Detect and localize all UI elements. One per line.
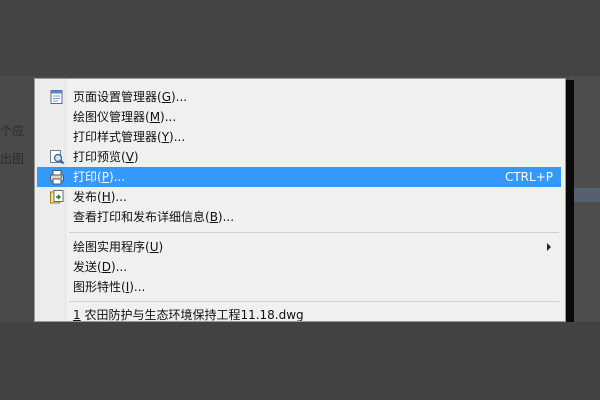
menu-item-recent-file[interactable]: 1 农田防护与生态环境保持工程11.18.dwg	[37, 305, 561, 322]
page-setup-icon	[49, 89, 65, 105]
menu-item-label: 页面设置管理器(G)...	[73, 90, 188, 104]
menu-item-print-preview[interactable]: 打印预览(V)	[37, 147, 561, 167]
menu-item-plotter-manager[interactable]: 绘图仪管理器(M)...	[37, 107, 561, 127]
submenu-arrow-icon	[547, 243, 551, 251]
menu-item-page-setup-manager[interactable]: 页面设置管理器(G)...	[37, 87, 561, 107]
menu-item-drawing-utilities[interactable]: 绘图实用程序(U)	[37, 237, 561, 257]
background-toolbar-area	[0, 0, 600, 76]
menu-separator	[69, 301, 559, 302]
menu-item-label: 打印样式管理器(Y)...	[73, 130, 186, 144]
menu-item-label: 图形特性(I)...	[73, 280, 146, 294]
file-print-menu: 页面设置管理器(G)... 绘图仪管理器(M)... 打印样式管理器(Y)...…	[34, 78, 566, 322]
menu-item-drawing-properties[interactable]: 图形特性(I)...	[37, 277, 561, 297]
menu-item-label: 查看打印和发布详细信息(B)...	[73, 210, 235, 224]
menu-item-shortcut: CTRL+P	[504, 170, 553, 184]
menu-item-label: 打印(P)...	[73, 170, 126, 184]
menu-item-print[interactable]: 打印(P)... CTRL+P	[37, 167, 561, 187]
menu-item-label: 1 农田防护与生态环境保持工程11.18.dwg	[73, 308, 304, 322]
background-text-fragment: 出图	[0, 152, 25, 166]
menu-item-plot-style-manager[interactable]: 打印样式管理器(Y)...	[37, 127, 561, 147]
background-text-fragment: 个应	[0, 124, 25, 138]
menu-separator	[69, 232, 559, 233]
menu-item-publish[interactable]: 发布(H)...	[37, 187, 561, 207]
menu-item-view-plot-publish-details[interactable]: 查看打印和发布详细信息(B)...	[37, 207, 561, 227]
menu-item-label: 绘图实用程序(U)	[73, 240, 164, 254]
menu-item-label: 发布(H)...	[73, 190, 127, 204]
menu-item-label: 打印预览(V)	[73, 150, 139, 164]
menu-item-send[interactable]: 发送(D)...	[37, 257, 561, 277]
background-selected-row	[574, 188, 600, 202]
print-preview-icon	[49, 149, 65, 165]
menu-shadow	[566, 80, 574, 322]
publish-icon	[49, 189, 65, 205]
printer-icon	[49, 169, 65, 185]
menu-item-label: 发送(D)...	[73, 260, 128, 274]
menu-item-label: 绘图仪管理器(M)...	[73, 110, 177, 124]
background-drawing-area	[0, 322, 600, 400]
